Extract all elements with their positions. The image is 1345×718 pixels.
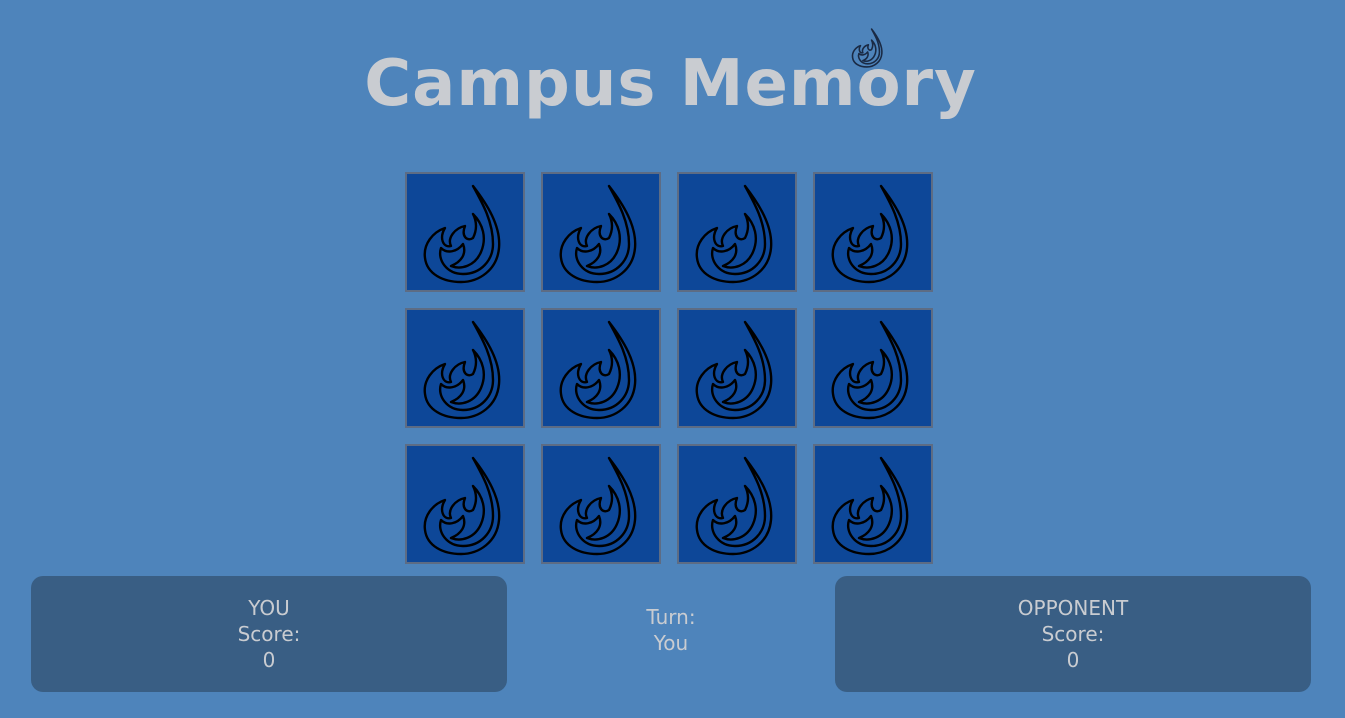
flame-icon: [559, 184, 637, 284]
card-4[interactable]: [813, 172, 933, 292]
score-value: 0: [262, 648, 276, 672]
player-name: YOU: [248, 596, 290, 620]
turn-label: Turn:: [646, 605, 696, 629]
score-label: Score:: [1041, 622, 1105, 646]
flame-icon: [831, 184, 909, 284]
card-1[interactable]: [405, 172, 525, 292]
flame-icon: [423, 320, 501, 420]
flame-icon: [851, 28, 883, 68]
flame-icon: [695, 320, 773, 420]
card-2[interactable]: [541, 172, 661, 292]
card-12[interactable]: [813, 444, 933, 564]
flame-icon: [559, 456, 637, 556]
flame-icon: [559, 320, 637, 420]
card-10[interactable]: [541, 444, 661, 564]
card-5[interactable]: [405, 308, 525, 428]
card-grid: [405, 172, 937, 568]
flame-icon: [695, 184, 773, 284]
flame-icon: [695, 456, 773, 556]
page-title: Campus Memory: [364, 47, 977, 121]
card-6[interactable]: [541, 308, 661, 428]
card-11[interactable]: [677, 444, 797, 564]
game-page: Campus Memory YOU Score: 0 Turn: You OPP…: [0, 0, 1345, 718]
card-9[interactable]: [405, 444, 525, 564]
turn-value: You: [653, 631, 689, 655]
card-8[interactable]: [813, 308, 933, 428]
flame-icon: [423, 184, 501, 284]
card-7[interactable]: [677, 308, 797, 428]
player-name: OPPONENT: [1017, 596, 1129, 620]
score-label: Score:: [237, 622, 301, 646]
player-panel-opponent: OPPONENT Score: 0: [835, 576, 1311, 692]
card-3[interactable]: [677, 172, 797, 292]
flame-icon: [831, 320, 909, 420]
flame-icon: [423, 456, 501, 556]
flame-icon: [831, 456, 909, 556]
score-value: 0: [1066, 648, 1080, 672]
player-panel-you: YOU Score: 0: [31, 576, 507, 692]
turn-indicator: Turn: You: [570, 604, 772, 656]
